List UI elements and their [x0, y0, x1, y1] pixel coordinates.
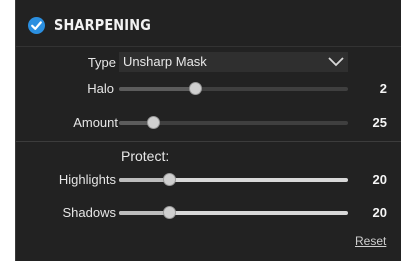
highlights-slider[interactable]: [119, 173, 348, 186]
section-title: SHARPENING: [54, 16, 151, 34]
halo-slider[interactable]: [119, 82, 348, 95]
shadows-slider[interactable]: [119, 206, 348, 219]
amount-slider-thumb[interactable]: [147, 116, 161, 129]
protect-heading: Protect:: [121, 148, 170, 164]
shadows-slider-fill: [119, 211, 170, 215]
shadows-label: Shadows: [62, 205, 116, 220]
shadows-value: 20: [372, 205, 387, 220]
shadows-slider-thumb[interactable]: [163, 206, 177, 219]
highlights-label: Highlights: [58, 172, 116, 187]
panel-header: SHARPENING: [16, 0, 401, 47]
halo-value: 2: [379, 81, 387, 96]
sharpening-panel: SHARPENING Type Unsharp Mask Halo 2 Amou…: [15, 0, 401, 261]
type-dropdown[interactable]: Unsharp Mask: [119, 52, 348, 72]
section-divider: [16, 141, 401, 142]
highlights-slider-thumb[interactable]: [163, 173, 177, 186]
highlights-slider-fill: [119, 178, 170, 182]
checkmark-circle-icon[interactable]: [28, 17, 45, 34]
halo-slider-thumb[interactable]: [188, 82, 202, 95]
reset-link[interactable]: Reset: [355, 234, 386, 248]
highlights-value: 20: [372, 172, 387, 187]
halo-slider-fill: [119, 87, 195, 91]
type-label: Type: [87, 55, 116, 70]
type-selected-value: Unsharp Mask: [123, 54, 207, 69]
amount-label: Amount: [73, 115, 118, 130]
chevron-down-icon: [328, 57, 344, 67]
amount-value: 25: [372, 115, 387, 130]
halo-label: Halo: [87, 81, 114, 96]
amount-slider[interactable]: [119, 116, 348, 129]
